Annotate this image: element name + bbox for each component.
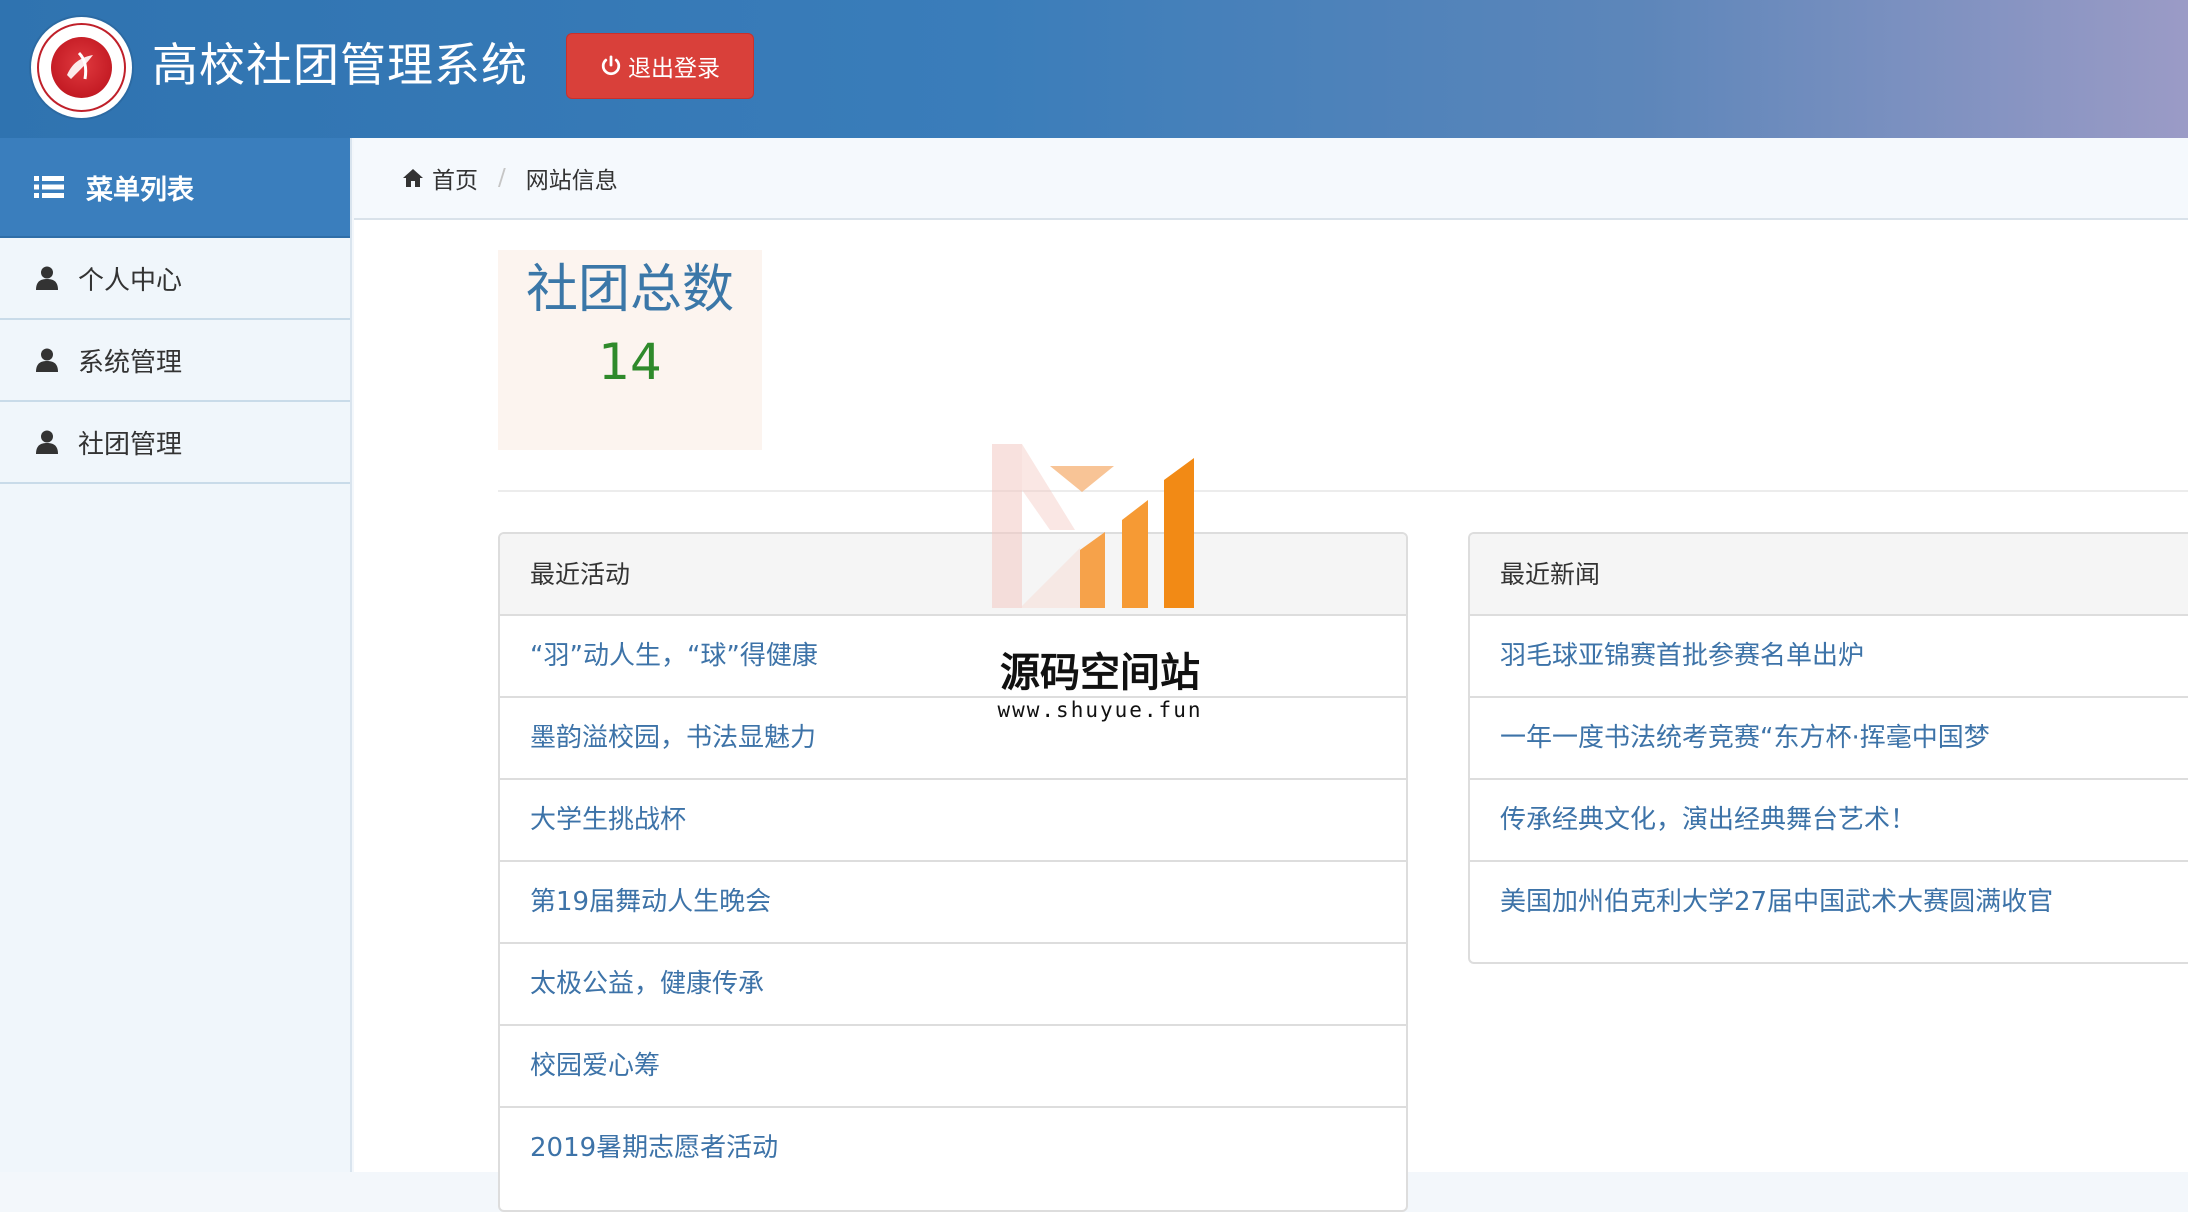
user-icon xyxy=(36,348,58,372)
news-item[interactable]: 传承经典文化，演出经典舞台艺术！ xyxy=(1470,780,2188,862)
activity-item[interactable]: 墨韵溢校园，书法显魅力 xyxy=(500,698,1406,780)
university-seal-icon xyxy=(31,17,132,118)
main-content: 社团总数 14 最近活动 “羽”动人生，“球”得健康 墨韵溢校园，书法显魅力 大… xyxy=(354,220,2188,1212)
power-icon xyxy=(601,55,621,76)
sidebar-item-label: 个人中心 xyxy=(78,265,183,296)
activity-item[interactable]: “羽”动人生，“球”得健康 xyxy=(500,616,1406,698)
club-count-value: 14 xyxy=(598,333,662,391)
news-item[interactable]: 羽毛球亚锦赛首批参赛名单出炉 xyxy=(1470,616,2188,698)
sidebar-item-system-management[interactable]: 系统管理 xyxy=(0,320,350,402)
activity-item[interactable]: 2019暑期志愿者活动 xyxy=(500,1108,1406,1190)
activity-item[interactable]: 第19届舞动人生晚会 xyxy=(500,862,1406,944)
news-item[interactable]: 一年一度书法统考竞赛“东方杯·挥毫中国梦 xyxy=(1470,698,2188,780)
sidebar-item-club-management[interactable]: 社团管理 xyxy=(0,402,350,484)
club-count-card: 社团总数 14 xyxy=(498,250,762,450)
recent-activities-title: 最近活动 xyxy=(500,534,1406,616)
activity-item[interactable]: 校园爱心筹 xyxy=(500,1026,1406,1108)
user-icon xyxy=(36,430,58,454)
user-icon xyxy=(36,266,58,290)
logout-label: 退出登录 xyxy=(628,56,720,82)
breadcrumb-home-link[interactable]: 首页 xyxy=(402,161,478,195)
list-icon xyxy=(34,176,64,198)
activity-item[interactable]: 大学生挑战杯 xyxy=(500,780,1406,862)
activity-item[interactable]: 太极公益，健康传承 xyxy=(500,944,1406,1026)
breadcrumb-separator: / xyxy=(498,165,506,191)
club-count-label: 社团总数 xyxy=(525,260,734,320)
breadcrumb-current: 网站信息 xyxy=(525,168,618,194)
sidebar-item-label: 系统管理 xyxy=(78,347,183,378)
recent-activities-panel: 最近活动 “羽”动人生，“球”得健康 墨韵溢校园，书法显魅力 大学生挑战杯 第1… xyxy=(498,532,1408,1212)
recent-news-panel: 最近新闻 羽毛球亚锦赛首批参赛名单出炉 一年一度书法统考竞赛“东方杯·挥毫中国梦… xyxy=(1468,532,2188,964)
sidebar-menu-header: 菜单列表 xyxy=(0,138,350,238)
breadcrumb-home-label: 首页 xyxy=(432,168,478,194)
top-header: 高校社团管理系统 退出登录 xyxy=(0,0,2188,138)
logout-button[interactable]: 退出登录 xyxy=(566,33,754,99)
home-icon xyxy=(403,169,423,187)
recent-news-title: 最近新闻 xyxy=(1470,534,2188,616)
sidebar-item-label: 社团管理 xyxy=(78,429,183,460)
breadcrumb: 首页 / 网站信息 xyxy=(354,138,2188,220)
sidebar-item-personal-center[interactable]: 个人中心 xyxy=(0,238,350,320)
sidebar-title: 菜单列表 xyxy=(86,174,194,206)
section-divider xyxy=(498,490,2188,492)
sidebar: 菜单列表 个人中心 系统管理 社团管理 xyxy=(0,138,352,1172)
app-title: 高校社团管理系统 xyxy=(152,38,528,92)
news-item[interactable]: 美国加州伯克利大学27届中国武术大赛圆满收官 xyxy=(1470,862,2188,944)
